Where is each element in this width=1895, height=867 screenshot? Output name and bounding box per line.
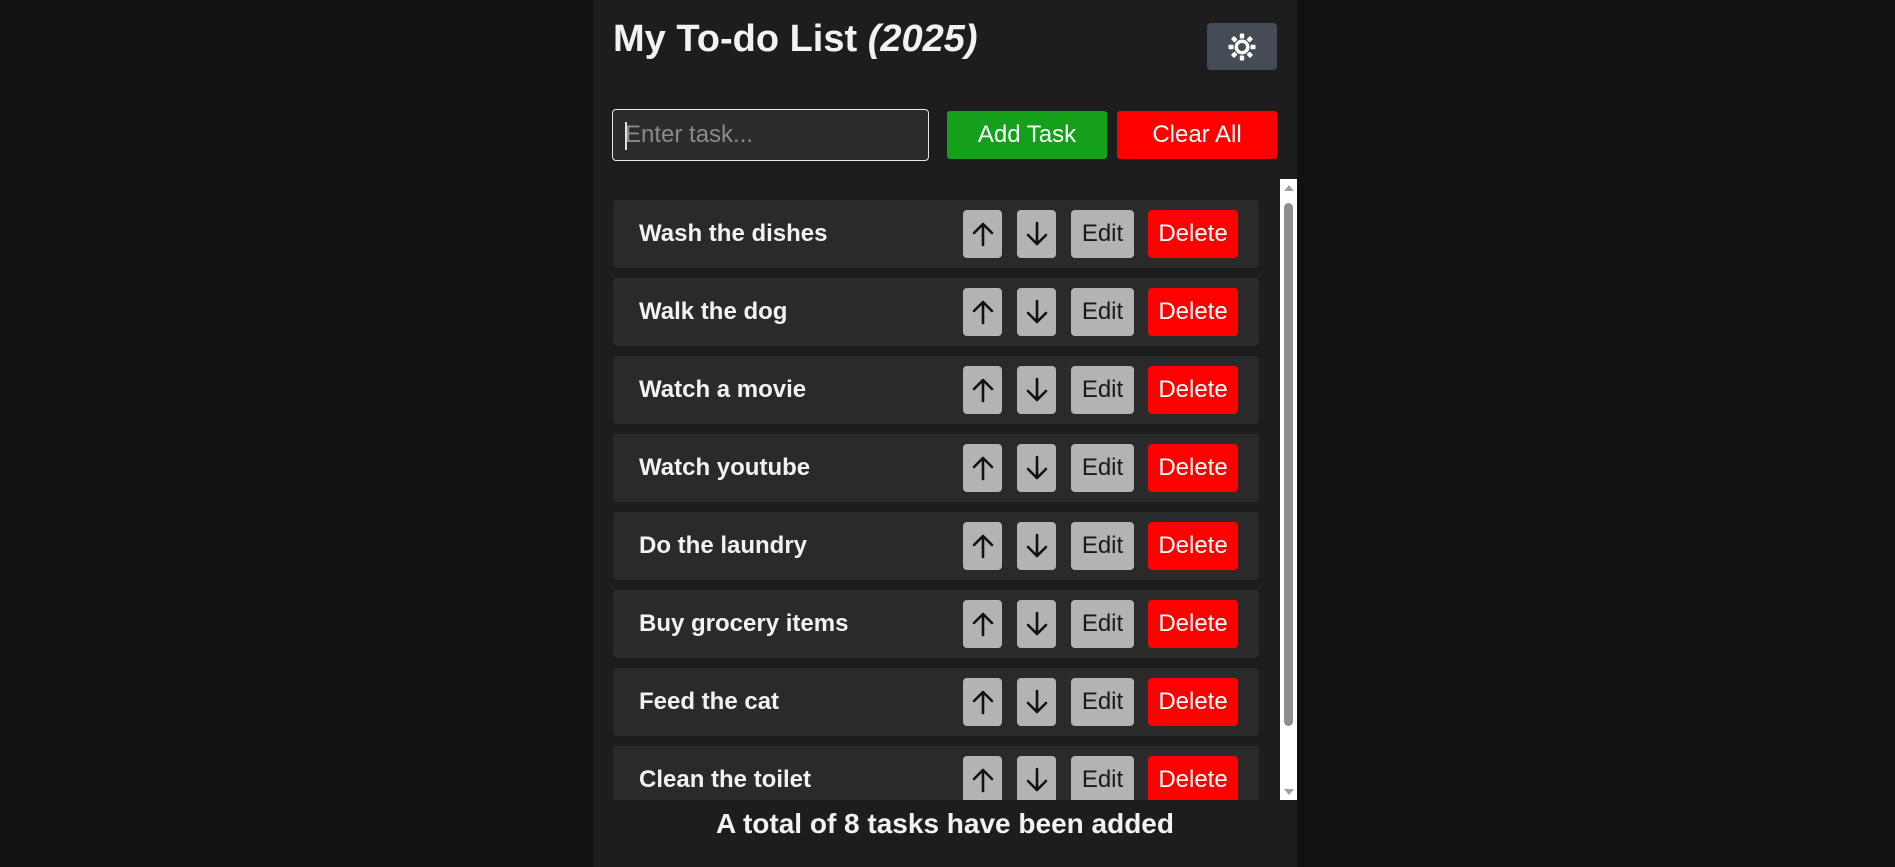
task-input[interactable]: [612, 109, 929, 161]
todo-app: My To-do List (2025) Add Task Clear: [593, 0, 1297, 867]
arrow-down-icon: [1026, 767, 1048, 793]
delete-task-button[interactable]: Delete: [1148, 366, 1238, 414]
title-year: (2025): [867, 18, 978, 60]
task-item: Watch youtube Edit Delete: [613, 434, 1259, 502]
edit-task-button[interactable]: Edit: [1071, 756, 1134, 800]
arrow-up-icon: [972, 767, 994, 793]
task-name: Wash the dishes: [639, 220, 828, 247]
task-item: Buy grocery items Edit Delete: [613, 590, 1259, 658]
task-list: Wash the dishes Edit Delete Walk the dog Edi…: [613, 179, 1259, 800]
task-item: Watch a movie Edit Delete: [613, 356, 1259, 424]
task-item: Clean the toilet Edit Delete: [613, 746, 1259, 800]
edit-task-button[interactable]: Edit: [1071, 210, 1134, 258]
task-name: Clean the toilet: [639, 766, 812, 793]
task-name: Watch a movie: [639, 376, 807, 403]
task-name: Walk the dog: [639, 298, 788, 325]
task-name: Do the laundry: [639, 532, 808, 559]
scroll-down-arrow-icon[interactable]: [1280, 783, 1297, 800]
task-item: Do the laundry Edit Delete: [613, 512, 1259, 580]
edit-task-button[interactable]: Edit: [1071, 444, 1134, 492]
move-down-button[interactable]: [1017, 288, 1056, 336]
move-up-button[interactable]: [963, 288, 1002, 336]
task-name: Buy grocery items: [639, 610, 849, 637]
delete-task-button[interactable]: Delete: [1148, 288, 1238, 336]
move-down-button[interactable]: [1017, 210, 1056, 258]
arrow-down-icon: [1026, 533, 1048, 559]
scroll-up-arrow-icon[interactable]: [1280, 179, 1297, 196]
task-list-scrollbar[interactable]: [1280, 179, 1297, 800]
arrow-down-icon: [1026, 611, 1048, 637]
move-down-button[interactable]: [1017, 366, 1056, 414]
arrow-up-icon: [972, 377, 994, 403]
text-caret: [625, 122, 627, 150]
arrow-up-icon: [972, 611, 994, 637]
arrow-down-icon: [1026, 455, 1048, 481]
arrow-up-icon: [972, 455, 994, 481]
move-up-button[interactable]: [963, 210, 1002, 258]
title-text: My To-do List: [613, 18, 858, 60]
task-name: Watch youtube: [639, 454, 811, 481]
task-item: Walk the dog Edit Delete: [613, 278, 1259, 346]
page-title: My To-do List (2025): [613, 18, 978, 61]
delete-task-button[interactable]: Delete: [1148, 756, 1238, 800]
sun-icon: [1228, 33, 1256, 60]
edit-task-button[interactable]: Edit: [1071, 600, 1134, 648]
edit-task-button[interactable]: Edit: [1071, 288, 1134, 336]
move-up-button[interactable]: [963, 522, 1002, 570]
edit-task-button[interactable]: Edit: [1071, 678, 1134, 726]
move-up-button[interactable]: [963, 756, 1002, 800]
move-down-button[interactable]: [1017, 678, 1056, 726]
delete-task-button[interactable]: Delete: [1148, 210, 1238, 258]
task-item: Wash the dishes Edit Delete: [613, 200, 1259, 268]
delete-task-button[interactable]: Delete: [1148, 678, 1238, 726]
delete-task-button[interactable]: Delete: [1148, 522, 1238, 570]
scroll-thumb[interactable]: [1284, 203, 1293, 726]
move-up-button[interactable]: [963, 600, 1002, 648]
move-down-button[interactable]: [1017, 756, 1056, 800]
delete-task-button[interactable]: Delete: [1148, 444, 1238, 492]
arrow-down-icon: [1026, 299, 1048, 325]
edit-task-button[interactable]: Edit: [1071, 522, 1134, 570]
arrow-up-icon: [972, 221, 994, 247]
theme-toggle-button[interactable]: [1207, 23, 1277, 70]
move-up-button[interactable]: [963, 444, 1002, 492]
move-up-button[interactable]: [963, 366, 1002, 414]
delete-task-button[interactable]: Delete: [1148, 600, 1238, 648]
arrow-down-icon: [1026, 377, 1048, 403]
task-name: Feed the cat: [639, 688, 780, 715]
arrow-down-icon: [1026, 689, 1048, 715]
arrow-up-icon: [972, 299, 994, 325]
move-down-button[interactable]: [1017, 600, 1056, 648]
move-down-button[interactable]: [1017, 444, 1056, 492]
task-item: Feed the cat Edit Delete: [613, 668, 1259, 736]
arrow-up-icon: [972, 689, 994, 715]
move-down-button[interactable]: [1017, 522, 1056, 570]
add-task-button[interactable]: Add Task: [947, 111, 1107, 159]
arrow-up-icon: [972, 533, 994, 559]
clear-all-button[interactable]: Clear All: [1117, 111, 1277, 159]
move-up-button[interactable]: [963, 678, 1002, 726]
task-count-summary: A total of 8 tasks have been added: [716, 808, 1174, 839]
edit-task-button[interactable]: Edit: [1071, 366, 1134, 414]
arrow-down-icon: [1026, 221, 1048, 247]
